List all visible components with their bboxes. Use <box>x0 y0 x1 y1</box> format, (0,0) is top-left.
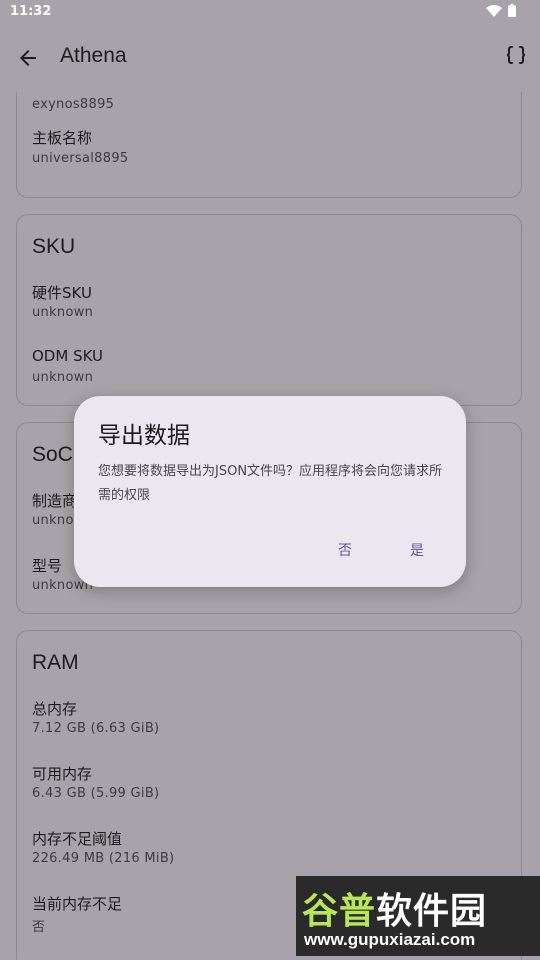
watermark: 谷普软件园 www.gupuxiazai.com <box>296 876 540 956</box>
board-name-value: universal8895 <box>32 151 129 166</box>
soc-manufacturer-label: 制造商 <box>32 492 78 510</box>
available-memory-label: 可用内存 <box>32 765 93 783</box>
status-bar: 11:32 <box>0 0 540 24</box>
watermark-logo-text: 谷普软件园 <box>302 891 488 932</box>
watermark-url: www.gupuxiazai.com <box>304 930 476 949</box>
soc-model-label: 型号 <box>32 557 63 575</box>
odm-sku-value: unknown <box>32 370 94 385</box>
export-data-dialog: 导出数据 您想要将数据导出为JSON文件吗？应用程序将会向您请求所需的权限 否 … <box>74 396 466 587</box>
odm-sku-label: ODM SKU <box>32 347 104 365</box>
app-title: Athena <box>60 44 127 67</box>
hardware-sku-value: unknown <box>32 305 94 320</box>
current-low-memory-label: 当前内存不足 <box>32 895 123 913</box>
dialog-message: 您想要将数据导出为JSON文件吗？应用程序将会向您请求所需的权限 <box>98 464 443 503</box>
soc-card-title: SoC <box>32 443 73 466</box>
ram-card-title: RAM <box>32 651 79 674</box>
dialog-yes-button[interactable]: 是 <box>402 536 432 564</box>
wifi-icon <box>486 4 502 17</box>
dialog-title: 导出数据 <box>98 423 190 449</box>
battery-icon <box>508 4 516 17</box>
board-name-label: 主板名称 <box>32 129 93 147</box>
board-card: exynos8895 主板名称 universal8895 <box>16 92 522 198</box>
current-low-memory-value: 否 <box>32 920 46 935</box>
dialog-no-button[interactable]: 否 <box>330 536 360 564</box>
sku-card: SKU 硬件SKU unknown ODM SKU unknown <box>16 214 522 406</box>
total-memory-label: 总内存 <box>32 700 78 718</box>
status-icons <box>486 4 516 17</box>
hardware-sku-label: 硬件SKU <box>32 284 92 302</box>
sku-card-title: SKU <box>32 235 76 258</box>
low-memory-threshold-value: 226.49 MB (216 MiB) <box>32 851 175 866</box>
back-arrow-icon[interactable] <box>16 46 40 70</box>
board-platform-value: exynos8895 <box>32 97 115 112</box>
low-memory-threshold-label: 内存不足阈值 <box>32 830 123 848</box>
total-memory-value: 7.12 GB (6.63 GiB) <box>32 721 160 736</box>
app-bar: Athena <box>0 24 540 92</box>
status-time: 11:32 <box>10 4 52 19</box>
json-braces-icon[interactable] <box>504 44 528 68</box>
available-memory-value: 6.43 GB (5.99 GiB) <box>32 786 160 801</box>
